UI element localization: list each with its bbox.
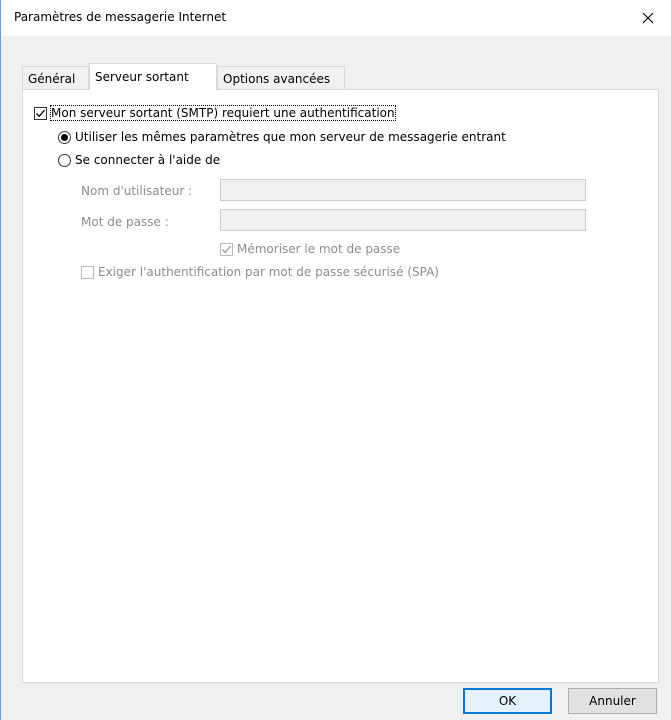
radio-selected-dot	[61, 133, 68, 141]
tab-outgoing-server[interactable]: Serveur sortant	[89, 63, 217, 90]
spa-checkbox-row[interactable]: Exiger l'authentification par mot de pas…	[81, 265, 439, 279]
username-input[interactable]	[220, 179, 586, 201]
tab-panel-outgoing-server: Mon serveur sortant (SMTP) requiert une …	[22, 89, 659, 683]
same-settings-label: Utiliser les mêmes paramètres que mon se…	[75, 130, 506, 144]
close-button[interactable]	[625, 0, 671, 36]
smtp-auth-checkbox-row[interactable]: Mon serveur sortant (SMTP) requiert une …	[34, 105, 396, 121]
checkmark-icon	[36, 109, 45, 117]
dialog-window: Paramètres de messagerie Internet Généra…	[0, 0, 671, 720]
cancel-button[interactable]: Annuler	[568, 688, 657, 714]
login-with-label: Se connecter à l'aide de	[75, 153, 221, 167]
login-with-radio[interactable]	[58, 153, 71, 167]
window-title: Paramètres de messagerie Internet	[14, 10, 227, 24]
same-settings-radio-row[interactable]: Utiliser les mêmes paramètres que mon se…	[58, 130, 506, 144]
checkmark-icon	[222, 245, 231, 253]
login-with-radio-row[interactable]: Se connecter à l'aide de	[58, 153, 220, 167]
remember-password-label: Mémoriser le mot de passe	[237, 242, 401, 256]
username-label: Nom d'utilisateur :	[81, 184, 193, 198]
same-settings-radio[interactable]	[58, 130, 71, 144]
remember-password-checkbox[interactable]	[220, 242, 233, 256]
ok-button[interactable]: OK	[463, 688, 552, 714]
tab-general[interactable]: Général	[22, 66, 89, 90]
remember-password-row[interactable]: Mémoriser le mot de passe	[220, 242, 400, 256]
password-label: Mot de passe :	[81, 215, 169, 229]
spa-checkbox[interactable]	[81, 265, 94, 279]
close-icon	[642, 12, 654, 24]
title-bar: Paramètres de messagerie Internet	[1, 0, 671, 36]
password-input[interactable]	[220, 209, 586, 231]
smtp-auth-label: Mon serveur sortant (SMTP) requiert une …	[50, 105, 396, 121]
spa-label: Exiger l'authentification par mot de pas…	[98, 265, 439, 279]
smtp-auth-checkbox[interactable]	[34, 106, 47, 120]
tab-advanced-options[interactable]: Options avancées	[217, 66, 345, 90]
